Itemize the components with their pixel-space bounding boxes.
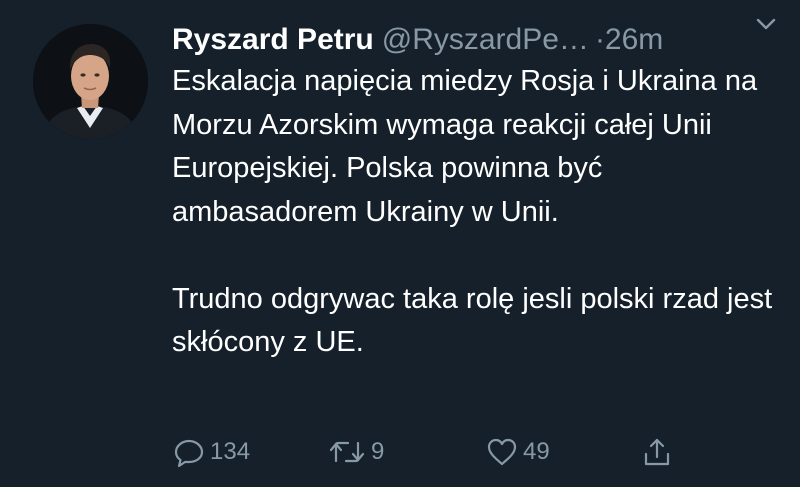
heart-icon: [487, 438, 517, 466]
share-upload-icon: [644, 438, 670, 466]
like-button[interactable]: 49: [485, 430, 550, 474]
author-name[interactable]: Ryszard Petru: [172, 23, 374, 56]
retweet-count: 9: [371, 438, 385, 465]
tweet-header: Ryszard Petru @RyszardPe… ·26m: [172, 18, 782, 62]
tweet-paragraph: Eskalacja napięcia miedzy Rosja i Ukrain…: [172, 65, 758, 228]
chevron-down-icon[interactable]: [752, 10, 780, 38]
retweet-arrows-icon: [329, 441, 365, 463]
retweet-button[interactable]: 9: [327, 430, 384, 474]
timestamp[interactable]: ·26m: [595, 23, 663, 56]
like-count: 49: [523, 438, 550, 465]
avatar[interactable]: [33, 24, 148, 139]
tweet-text: Eskalacja napięcia miedzy Rosja i Ukrain…: [172, 60, 787, 365]
tweet-card[interactable]: Ryszard Petru @RyszardPe… ·26m Eskalacja n…: [0, 0, 800, 487]
reply-button[interactable]: 134: [172, 430, 250, 474]
share-button[interactable]: [640, 430, 674, 474]
tweet-actions: 134 9 49: [172, 430, 732, 474]
tweet-paragraph: Trudno odgrywac taka rolę jesli polski r…: [172, 282, 773, 359]
author-handle[interactable]: @RyszardPe…: [382, 23, 589, 56]
reply-count: 134: [210, 438, 251, 465]
speech-bubble-icon: [174, 439, 204, 468]
avatar-photo: [33, 24, 148, 139]
